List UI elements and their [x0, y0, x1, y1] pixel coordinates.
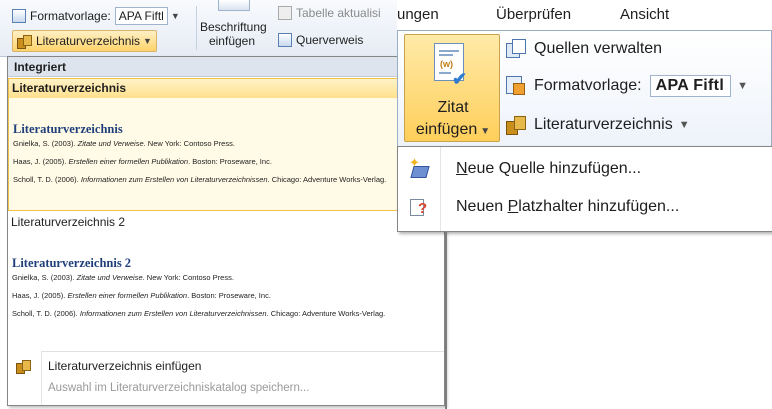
gallery-section-header: Integriert: [8, 57, 444, 77]
quellen-verwalten-button[interactable]: Quellen verwalten: [506, 39, 662, 59]
bibliography-icon: [15, 359, 31, 374]
save-selection-label: Auswahl im Literaturverzeichniskatalog s…: [48, 382, 310, 394]
ribbon-tabs: ungen Überprüfen Ansicht: [397, 0, 772, 30]
chevron-down-icon: ▼: [480, 126, 491, 137]
caption-icon: [218, 0, 250, 11]
formatvorlage-icon: [12, 9, 26, 23]
formatvorlage-select[interactable]: APA Fiftl: [114, 7, 168, 25]
tab-verweise-partial[interactable]: ungen: [397, 6, 439, 23]
formatvorlage-label: Formatvorlage:: [534, 77, 642, 94]
preview-title: Literaturverzeichnis: [13, 122, 123, 136]
gallery-item-preview: Literaturverzeichnis Gnielka, S. (2003).…: [9, 122, 443, 184]
gallery-item-preview: Literaturverzeichnis 2 Gnielka, S. (2003…: [8, 256, 444, 318]
formatvorlage-label: Formatvorlage:: [30, 9, 111, 23]
chevron-down-icon[interactable]: ▼: [171, 11, 180, 21]
beschriftung-line2: einfügen: [208, 34, 256, 48]
formatvorlage-select[interactable]: APA Fiftl: [649, 75, 732, 97]
zitat-einfuegen-button[interactable]: (w) ✔ Zitat einfügen ▼: [404, 34, 500, 142]
zitat-label: Zitat: [437, 99, 469, 116]
chevron-down-icon[interactable]: ▼: [737, 80, 748, 92]
preview-entry: Gnielka, S. (2003). Zitate und Verweise.…: [12, 273, 234, 282]
new-source-icon: [409, 155, 429, 179]
beschriftung-line1: Beschriftung: [200, 20, 267, 34]
style-icon: [506, 76, 526, 96]
left-ribbon: Formatvorlage: APA Fiftl ▼ Literaturverz…: [0, 0, 400, 57]
neuer-platzhalter-label: Neuen Platzhalter hinzufügen...: [456, 198, 680, 215]
gallery-item-literaturverzeichnis-2[interactable]: Literaturverzeichnis 2 Literaturverzeich…: [8, 213, 444, 349]
preview-entry: Haas, J. (2005). Erstellen einer formell…: [12, 291, 271, 300]
formatvorlage-value: APA Fiftl: [655, 77, 725, 94]
save-selection-command: Auswahl im Literaturverzeichniskatalog s…: [8, 378, 444, 398]
literaturverzeichnis-label: Literaturverzeichnis: [534, 116, 673, 133]
menu-item-neue-quelle[interactable]: Neue Quelle hinzufügen...: [398, 151, 772, 187]
literaturverzeichnis-button[interactable]: Literaturverzeichnis ▼: [12, 30, 157, 52]
querverweis-button[interactable]: Querverweis: [278, 33, 363, 47]
placeholder-icon: [409, 197, 429, 217]
tabelle-aktualisieren-label: Tabelle aktualisi: [296, 6, 381, 20]
preview-entry: Haas, J. (2005). Erstellen einer formell…: [13, 157, 272, 166]
bibliography-icon: [17, 34, 32, 49]
formatvorlage-control[interactable]: Formatvorlage: APA Fiftl ▼: [506, 75, 748, 97]
formatvorlage-control[interactable]: Formatvorlage: APA Fiftl ▼: [12, 7, 180, 25]
menu-item-neuer-platzhalter[interactable]: Neuen Platzhalter hinzufügen...: [398, 189, 772, 225]
gallery-item-label: Literaturverzeichnis: [9, 79, 443, 98]
literaturverzeichnis-label: Literaturverzeichnis: [36, 34, 141, 48]
quellen-verwalten-label: Quellen verwalten: [534, 40, 663, 57]
gallery-item-literaturverzeichnis[interactable]: Literaturverzeichnis Literaturverzeichni…: [8, 78, 444, 211]
menu-divider: [42, 351, 444, 352]
zitat-dropdown-menu: Neue Quelle hinzufügen... Neuen Platzhal…: [397, 146, 772, 232]
preview-entry: Scholl, T. D. (2006). Informationen zum …: [12, 309, 386, 318]
tab-ueberpruefen[interactable]: Überprüfen: [496, 6, 571, 23]
literaturverzeichnis-button[interactable]: Literaturverzeichnis ▼: [506, 115, 690, 135]
window-edge: [445, 232, 447, 409]
citations-group: (w) ✔ Zitat einfügen ▼ Quellen verwalten …: [397, 30, 772, 148]
tabelle-aktualisieren-button[interactable]: Tabelle aktualisi: [278, 6, 381, 20]
neue-quelle-label: Neue Quelle hinzufügen...: [456, 160, 642, 177]
tab-ansicht[interactable]: Ansicht: [620, 6, 669, 23]
chevron-down-icon: ▼: [143, 36, 152, 46]
insert-bibliography-label: Literaturverzeichnis einfügen: [48, 359, 202, 373]
preview-title: Literaturverzeichnis 2: [12, 256, 132, 270]
gallery-item-label: Literaturverzeichnis 2: [11, 215, 126, 229]
formatvorlage-value: APA Fiftl: [118, 9, 164, 23]
bibliography-gallery: Integriert Literaturverzeichnis Literatu…: [7, 56, 445, 406]
einfuegen-label: einfügen ▼: [415, 121, 491, 138]
cross-reference-icon: [278, 33, 292, 47]
bibliography-icon: [506, 115, 526, 135]
preview-entry: Gnielka, S. (2003). Zitate und Verweise.…: [13, 139, 235, 148]
querverweis-label: Querverweis: [296, 33, 364, 47]
insert-bibliography-command[interactable]: Literaturverzeichnis einfügen: [8, 356, 444, 376]
insert-citation-icon: (w) ✔: [434, 43, 468, 89]
beschriftung-button[interactable]: Beschriftung einfügen: [200, 20, 267, 48]
preview-entry: Scholl, T. D. (2006). Informationen zum …: [13, 175, 387, 184]
table-update-icon: [278, 6, 292, 20]
chevron-down-icon: ▼: [678, 119, 690, 131]
manage-sources-icon: [506, 39, 526, 59]
group-divider: [196, 6, 197, 50]
